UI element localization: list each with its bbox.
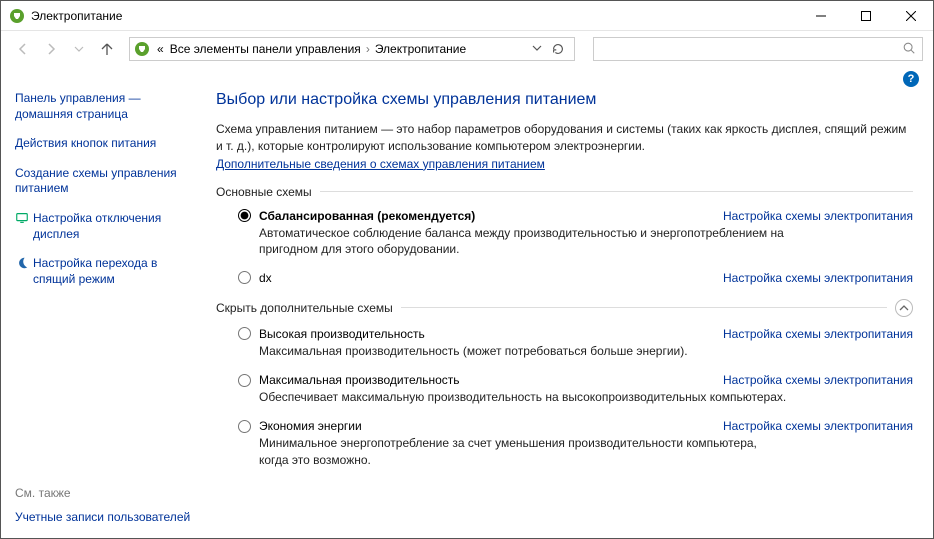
plan-description: Обеспечивает максимальную производительн… bbox=[259, 389, 789, 405]
sidebar-link-display-off[interactable]: Настройка отключения дисплея bbox=[15, 211, 194, 242]
power-options-icon bbox=[134, 41, 150, 57]
chevron-right-icon: › bbox=[364, 42, 372, 56]
plan-power-saver: Экономия энергии Настройка схемы электро… bbox=[238, 419, 913, 467]
search-input[interactable] bbox=[600, 42, 902, 56]
sidebar-link-create-plan[interactable]: Создание схемы управления питанием bbox=[15, 166, 194, 197]
content-area: Панель управления — домашняя страница Де… bbox=[1, 87, 933, 538]
moon-icon bbox=[15, 256, 29, 287]
nav-bar: « Все элементы панели управления › Элект… bbox=[1, 31, 933, 67]
plan-name[interactable]: Экономия энергии bbox=[259, 419, 362, 433]
titlebar: Электропитание bbox=[1, 1, 933, 31]
address-bar[interactable]: « Все элементы панели управления › Элект… bbox=[129, 37, 575, 61]
plan-name[interactable]: Максимальная производительность bbox=[259, 373, 460, 387]
sidebar-link-power-buttons[interactable]: Действия кнопок питания bbox=[15, 136, 194, 152]
page-title: Выбор или настройка схемы управления пит… bbox=[216, 91, 913, 109]
sidebar-home-link[interactable]: Панель управления — домашняя страница bbox=[15, 91, 194, 122]
plan-settings-link[interactable]: Настройка схемы электропитания bbox=[723, 271, 913, 285]
plan-name[interactable]: Сбалансированная (рекомендуется) bbox=[259, 209, 475, 223]
divider bbox=[320, 191, 913, 192]
plan-balanced: Сбалансированная (рекомендуется) Настрой… bbox=[238, 209, 913, 257]
see-also-heading: См. также bbox=[15, 486, 194, 500]
collapse-button[interactable] bbox=[895, 299, 913, 317]
plan-radio-high[interactable] bbox=[238, 327, 251, 340]
plan-description: Автоматическое соблюдение баланса между … bbox=[259, 225, 789, 257]
monitor-icon bbox=[15, 211, 29, 242]
learn-more-link[interactable]: Дополнительные сведения о схемах управле… bbox=[216, 157, 545, 171]
sidebar-link-sleep[interactable]: Настройка перехода в спящий режим bbox=[15, 256, 194, 287]
window-title: Электропитание bbox=[31, 9, 798, 23]
recent-dropdown[interactable] bbox=[67, 37, 91, 61]
maximize-button[interactable] bbox=[843, 1, 888, 30]
plan-max-performance: Максимальная производительность Настройк… bbox=[238, 373, 913, 405]
help-icon[interactable]: ? bbox=[903, 71, 919, 87]
section-label: Скрыть дополнительные схемы bbox=[216, 301, 393, 315]
forward-button[interactable] bbox=[39, 37, 63, 61]
back-button[interactable] bbox=[11, 37, 35, 61]
help-row: ? bbox=[1, 67, 933, 87]
plan-description: Минимальное энергопотребление за счет ум… bbox=[259, 435, 789, 467]
minimize-button[interactable] bbox=[798, 1, 843, 30]
close-button[interactable] bbox=[888, 1, 933, 30]
plan-radio-max[interactable] bbox=[238, 374, 251, 387]
breadcrumb-item-all[interactable]: Все элементы панели управления bbox=[167, 42, 364, 56]
sidebar: Панель управления — домашняя страница Де… bbox=[1, 87, 206, 538]
up-button[interactable] bbox=[95, 37, 119, 61]
divider bbox=[401, 307, 887, 308]
plan-settings-link[interactable]: Настройка схемы электропитания bbox=[723, 209, 913, 223]
page-description: Схема управления питанием — это набор па… bbox=[216, 121, 913, 155]
power-options-icon bbox=[9, 8, 25, 24]
section-extra-plans: Скрыть дополнительные схемы bbox=[216, 299, 913, 317]
plan-settings-link[interactable]: Настройка схемы электропитания bbox=[723, 419, 913, 433]
search-icon[interactable] bbox=[902, 41, 916, 58]
section-label: Основные схемы bbox=[216, 185, 312, 199]
plan-dx: dx Настройка схемы электропитания bbox=[238, 271, 913, 285]
breadcrumb-item-power[interactable]: Электропитание bbox=[372, 42, 469, 56]
plan-settings-link[interactable]: Настройка схемы электропитания bbox=[723, 373, 913, 387]
plan-name[interactable]: Высокая производительность bbox=[259, 327, 425, 341]
search-box[interactable] bbox=[593, 37, 923, 61]
plan-name[interactable]: dx bbox=[259, 271, 272, 285]
plan-settings-link[interactable]: Настройка схемы электропитания bbox=[723, 327, 913, 341]
address-dropdown[interactable] bbox=[528, 42, 546, 56]
section-basic-plans: Основные схемы bbox=[216, 185, 913, 199]
plan-radio-balanced[interactable] bbox=[238, 209, 251, 222]
plan-high-performance: Высокая производительность Настройка схе… bbox=[238, 327, 913, 359]
window-controls bbox=[798, 1, 933, 30]
plan-radio-dx[interactable] bbox=[238, 271, 251, 284]
breadcrumb-leading[interactable]: « bbox=[154, 42, 167, 56]
plan-description: Максимальная производительность (может п… bbox=[259, 343, 789, 359]
sidebar-link-user-accounts[interactable]: Учетные записи пользователей bbox=[15, 510, 194, 526]
refresh-button[interactable] bbox=[546, 42, 570, 56]
main-panel: Выбор или настройка схемы управления пит… bbox=[206, 87, 933, 538]
plan-radio-eco[interactable] bbox=[238, 420, 251, 433]
